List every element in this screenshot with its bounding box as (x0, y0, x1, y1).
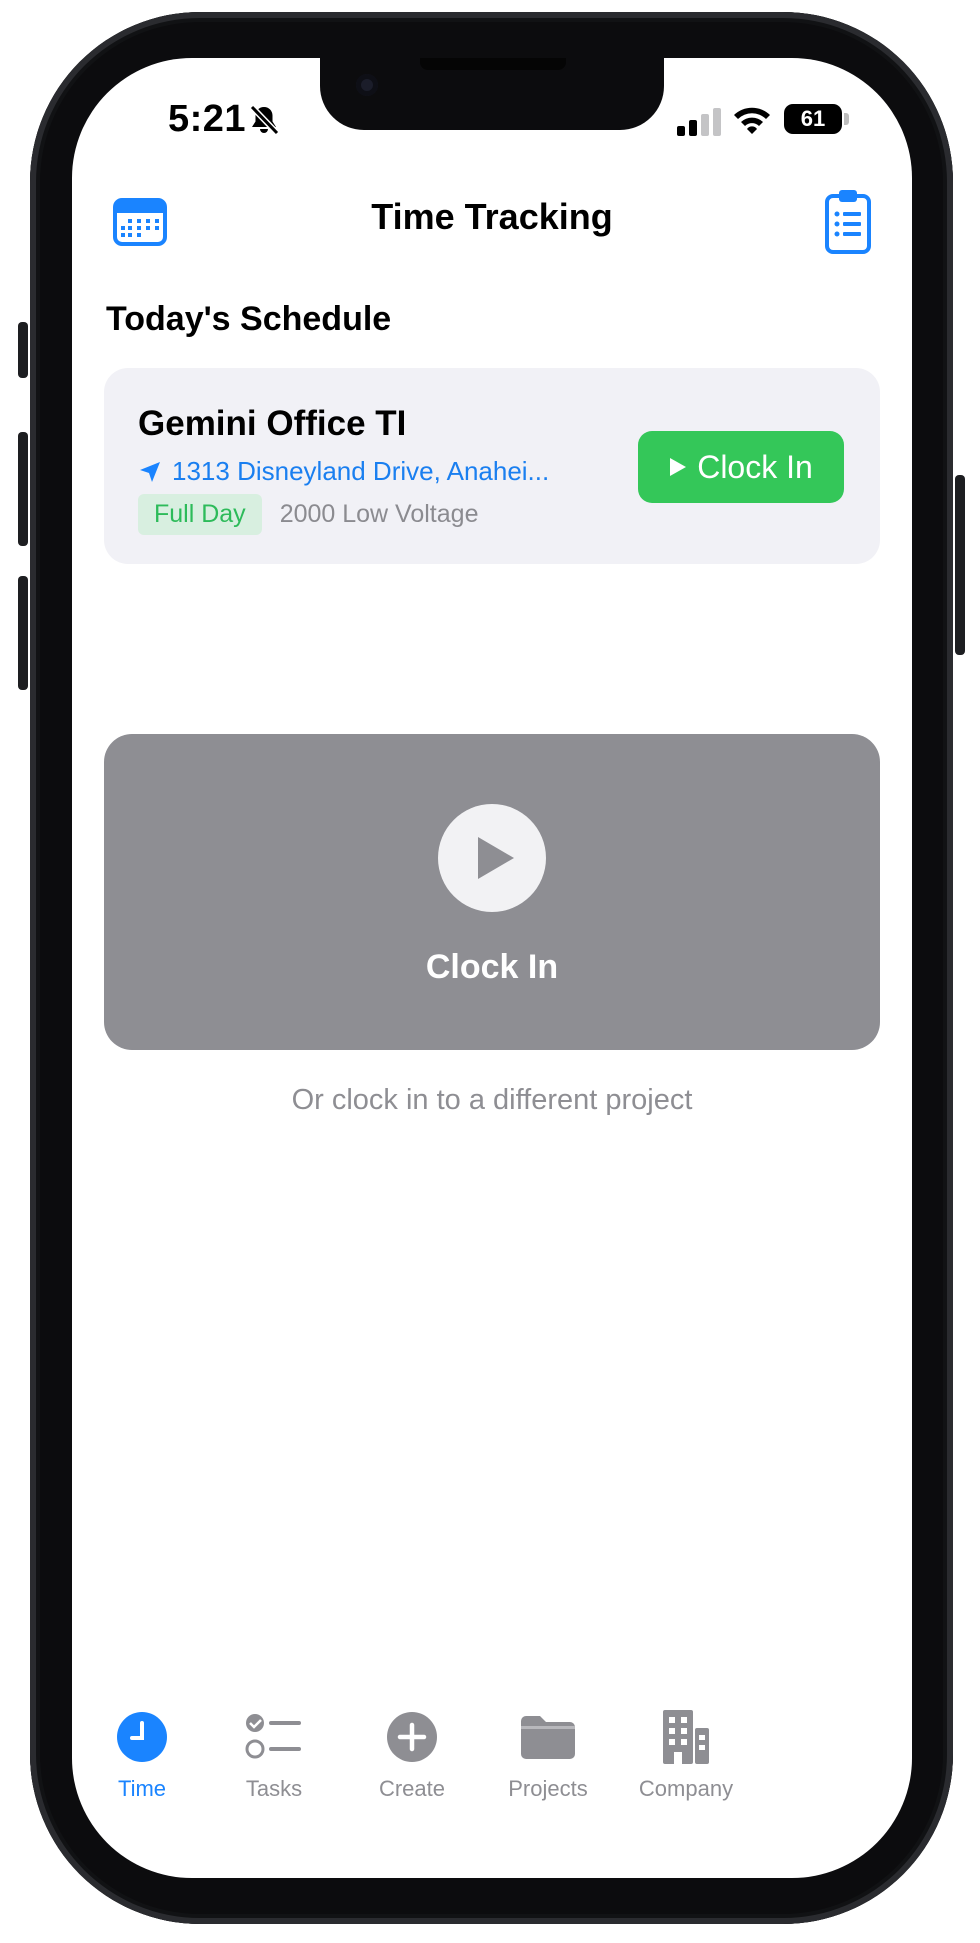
clipboard-list-icon[interactable] (824, 186, 872, 256)
volume-up-button (18, 432, 28, 546)
tab-label: Tasks (245, 1776, 303, 1801)
play-icon (478, 837, 514, 879)
clock-in-button[interactable]: Clock In (638, 431, 844, 503)
schedule-card[interactable]: Gemini Office TI 1313 Disneyland Drive, … (104, 368, 880, 564)
tasks-icon (245, 1714, 301, 1759)
status-badge: Full Day (138, 494, 262, 535)
project-address[interactable]: 1313 Disneyland Drive, Anahei... (138, 456, 549, 487)
tab-projects[interactable]: Projects (478, 1708, 618, 1802)
battery-indicator: 61 (784, 104, 842, 134)
big-clock-in-button[interactable]: Clock In (104, 734, 880, 1050)
folder-icon (521, 1716, 575, 1759)
plus-circle-icon (387, 1712, 437, 1762)
tab-time[interactable]: Time (72, 1708, 212, 1802)
different-project-link[interactable]: Or clock in to a different project (72, 1084, 912, 1117)
tab-tasks[interactable]: Tasks (204, 1708, 344, 1802)
page-title: Time Tracking (371, 196, 613, 237)
clock-in-button-label: Clock In (697, 448, 813, 485)
location-arrow-icon (140, 461, 160, 482)
tab-label: Company (638, 1776, 734, 1801)
volume-down-button (18, 576, 28, 690)
power-button (955, 475, 965, 655)
cellular-signal-icon (677, 108, 721, 136)
battery-cap (844, 113, 849, 125)
tab-label: Projects (508, 1776, 588, 1801)
cost-code: 2000 Low Voltage (279, 500, 479, 528)
play-circle (438, 804, 546, 912)
tab-company[interactable]: Company (616, 1708, 756, 1802)
tab-label: Create (378, 1776, 446, 1801)
address-text: 1313 Disneyland Drive, Anahei... (172, 456, 550, 486)
wifi-icon (734, 107, 770, 134)
building-icon (663, 1710, 709, 1764)
big-clock-in-label: Clock In (425, 948, 559, 986)
status-time: 5:21 (168, 98, 247, 140)
tab-label: Time (117, 1776, 167, 1801)
front-camera (356, 74, 378, 96)
bell-slash-icon (249, 104, 280, 136)
project-meta: Full Day 2000 Low Voltage (138, 494, 478, 535)
tab-create[interactable]: Create (342, 1708, 482, 1802)
mute-switch (18, 322, 28, 378)
app-screen: 5:21 61 Time Tracking Today's Schedule G… (72, 58, 912, 1878)
section-title: Today's Schedule (106, 300, 392, 338)
play-icon (670, 458, 687, 476)
speaker (420, 58, 566, 70)
clock-icon (117, 1712, 167, 1762)
project-title: Gemini Office TI (138, 404, 407, 443)
